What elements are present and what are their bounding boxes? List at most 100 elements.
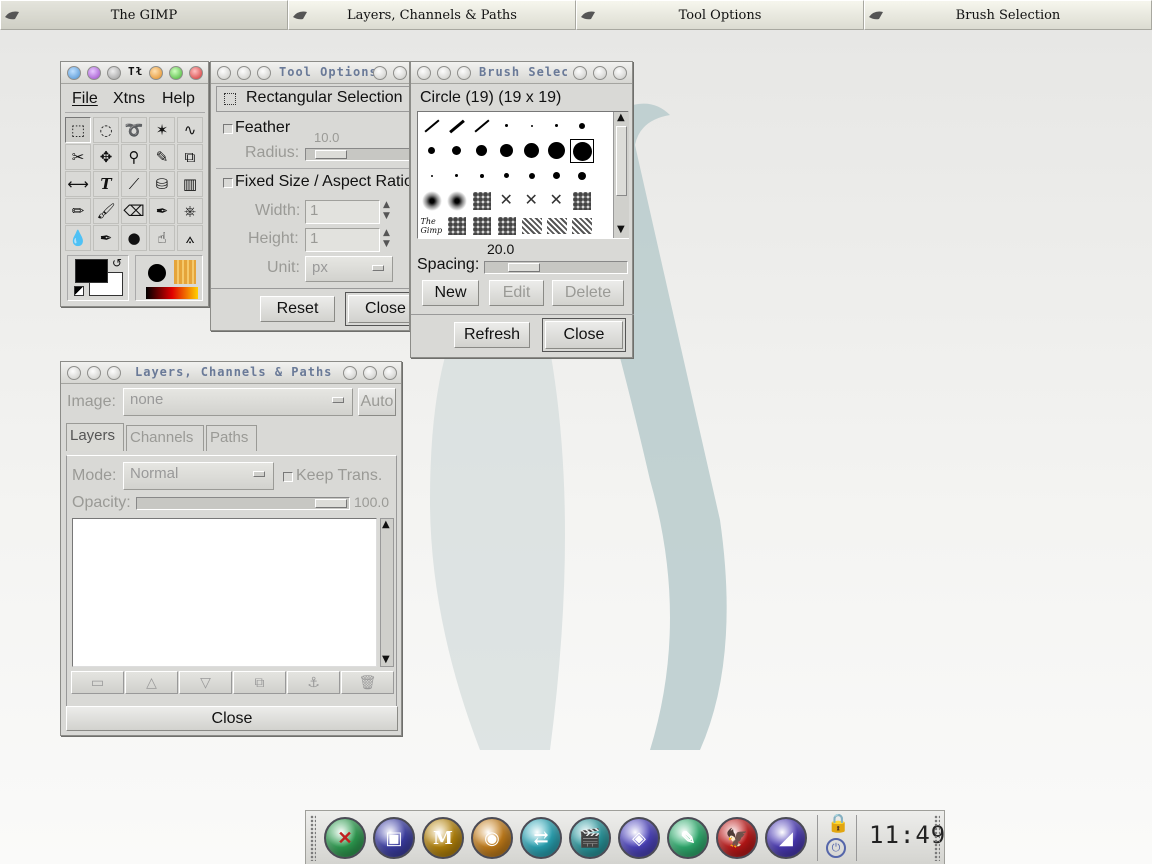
menu-button[interactable]: [417, 66, 431, 80]
tab-layers[interactable]: Layers: [66, 423, 124, 451]
stick-button[interactable]: [107, 366, 121, 380]
new-layer-button[interactable]: ▭: [71, 671, 124, 694]
brush-cell[interactable]: [470, 114, 494, 138]
delete-brush-button[interactable]: Delete: [552, 280, 624, 306]
film-launcher[interactable]: 🎬: [569, 817, 611, 859]
image-select[interactable]: none: [123, 388, 353, 416]
dock-grip-right[interactable]: [934, 815, 940, 861]
layers-scrollbar[interactable]: ▲ ▼: [380, 518, 394, 667]
lower-layer-button[interactable]: ▽: [179, 671, 232, 694]
color-picker-tool[interactable]: ⟋: [121, 171, 147, 197]
smudge-tool[interactable]: ☝: [149, 225, 175, 251]
keep-trans-checkbox[interactable]: [283, 472, 293, 482]
menu-button[interactable]: [67, 66, 81, 80]
menu-button[interactable]: [67, 366, 81, 380]
brush-cell[interactable]: [495, 114, 519, 138]
slider-knob[interactable]: [508, 263, 541, 272]
brush-cell[interactable]: ✕: [520, 189, 544, 213]
x-logo-launcher[interactable]: ✕: [324, 817, 366, 859]
delete-layer-button[interactable]: 🗑: [341, 671, 394, 694]
editor-launcher[interactable]: ✎: [667, 817, 709, 859]
minimize-button[interactable]: [373, 66, 387, 80]
maximize-button[interactable]: [593, 66, 607, 80]
transform-tool[interactable]: ⧉: [177, 144, 203, 170]
brush-cell[interactable]: ✕: [545, 189, 569, 213]
brush-selection-titlebar[interactable]: Brush Selection: [411, 62, 632, 84]
scroll-up-icon[interactable]: ▲: [382, 519, 390, 530]
brush-cell[interactable]: [545, 139, 569, 163]
mail-launcher[interactable]: M: [422, 817, 464, 859]
brush-cell[interactable]: [445, 114, 469, 138]
close-button[interactable]: Close: [542, 318, 626, 352]
layers-list[interactable]: [72, 518, 377, 667]
swap-colors-icon[interactable]: ↺: [112, 256, 122, 270]
menu-help[interactable]: Help: [162, 90, 195, 108]
brush-cell[interactable]: [495, 164, 519, 188]
stick-button[interactable]: [107, 66, 121, 80]
edit-brush-button[interactable]: Edit: [489, 280, 544, 306]
anchor-layer-button[interactable]: ⚓: [287, 671, 340, 694]
magnify-tool[interactable]: ⚲: [121, 144, 147, 170]
shade-button[interactable]: [87, 66, 101, 80]
bezier-select-tool[interactable]: ∿: [177, 117, 203, 143]
power-icon[interactable]: ⏻: [826, 838, 846, 858]
lasso-tool[interactable]: ➰: [121, 117, 147, 143]
brush-cell[interactable]: [545, 164, 569, 188]
convolve-tool[interactable]: 💧: [65, 225, 91, 251]
width-spinner-icon[interactable]: ▲ ▼: [383, 200, 390, 222]
menu-file[interactable]: File: [72, 90, 98, 108]
bucket-fill-tool[interactable]: ⛁: [149, 171, 175, 197]
brush-cell[interactable]: [420, 164, 444, 188]
brush-cell[interactable]: [470, 189, 494, 213]
maximize-button[interactable]: [363, 366, 377, 380]
eraser-tool[interactable]: ⌫: [121, 198, 147, 224]
new-brush-button[interactable]: New: [422, 280, 479, 306]
close-button[interactable]: [383, 366, 397, 380]
brush-cell[interactable]: [520, 114, 544, 138]
foreground-color-swatch[interactable]: [75, 259, 108, 283]
stick-button[interactable]: [257, 66, 271, 80]
layers-titlebar[interactable]: Layers, Channels & Paths: [61, 362, 401, 384]
measure-tool[interactable]: ⟑: [177, 225, 203, 251]
maximize-button[interactable]: [393, 66, 407, 80]
width-field[interactable]: 1: [305, 200, 380, 224]
brush-cell[interactable]: [470, 214, 494, 238]
minimize-button[interactable]: [343, 366, 357, 380]
tab-paths[interactable]: Paths: [206, 425, 257, 451]
auto-button[interactable]: Auto: [358, 388, 396, 416]
radius-slider[interactable]: [305, 148, 409, 161]
fixed-size-checkbox[interactable]: [223, 178, 233, 188]
flip-tool[interactable]: ⟷: [65, 171, 91, 197]
pattern-preview[interactable]: [174, 260, 196, 284]
brush-cell[interactable]: [545, 214, 569, 238]
task-brush-selection[interactable]: Brush Selection: [864, 0, 1152, 30]
mode-select[interactable]: Normal: [123, 462, 274, 490]
default-colors-icon[interactable]: [74, 286, 84, 296]
brush-cell[interactable]: [420, 114, 444, 138]
tab-channels[interactable]: Channels: [126, 425, 204, 451]
brush-cell[interactable]: [570, 164, 594, 188]
brush-cell[interactable]: ✕: [495, 189, 519, 213]
brush-cell[interactable]: The Gimp: [420, 214, 444, 238]
clone-tool[interactable]: ⎈: [177, 198, 203, 224]
brush-grid-scrollbar[interactable]: ▲ ▼: [613, 112, 629, 238]
brush-cell[interactable]: [445, 139, 469, 163]
paintbrush-tool[interactable]: 🖌: [93, 198, 119, 224]
brush-cell[interactable]: [495, 214, 519, 238]
ellipse-select-tool[interactable]: ◌: [93, 117, 119, 143]
brush-cell[interactable]: [445, 214, 469, 238]
slider-knob[interactable]: [315, 499, 347, 508]
brush-cell[interactable]: [470, 164, 494, 188]
minimize-button[interactable]: [573, 66, 587, 80]
brush-cell[interactable]: [495, 139, 519, 163]
move-tool[interactable]: ✥: [93, 144, 119, 170]
scroll-up-icon[interactable]: ▲: [617, 112, 625, 123]
web-launcher[interactable]: ◈: [618, 817, 660, 859]
terminal-launcher[interactable]: ▣: [373, 817, 415, 859]
brush-cell[interactable]: [520, 139, 544, 163]
brush-cell[interactable]: [420, 189, 444, 213]
brush-cell[interactable]: [445, 164, 469, 188]
close-button[interactable]: Close: [66, 706, 398, 731]
brush-cell[interactable]: [520, 214, 544, 238]
shade-button[interactable]: [437, 66, 451, 80]
